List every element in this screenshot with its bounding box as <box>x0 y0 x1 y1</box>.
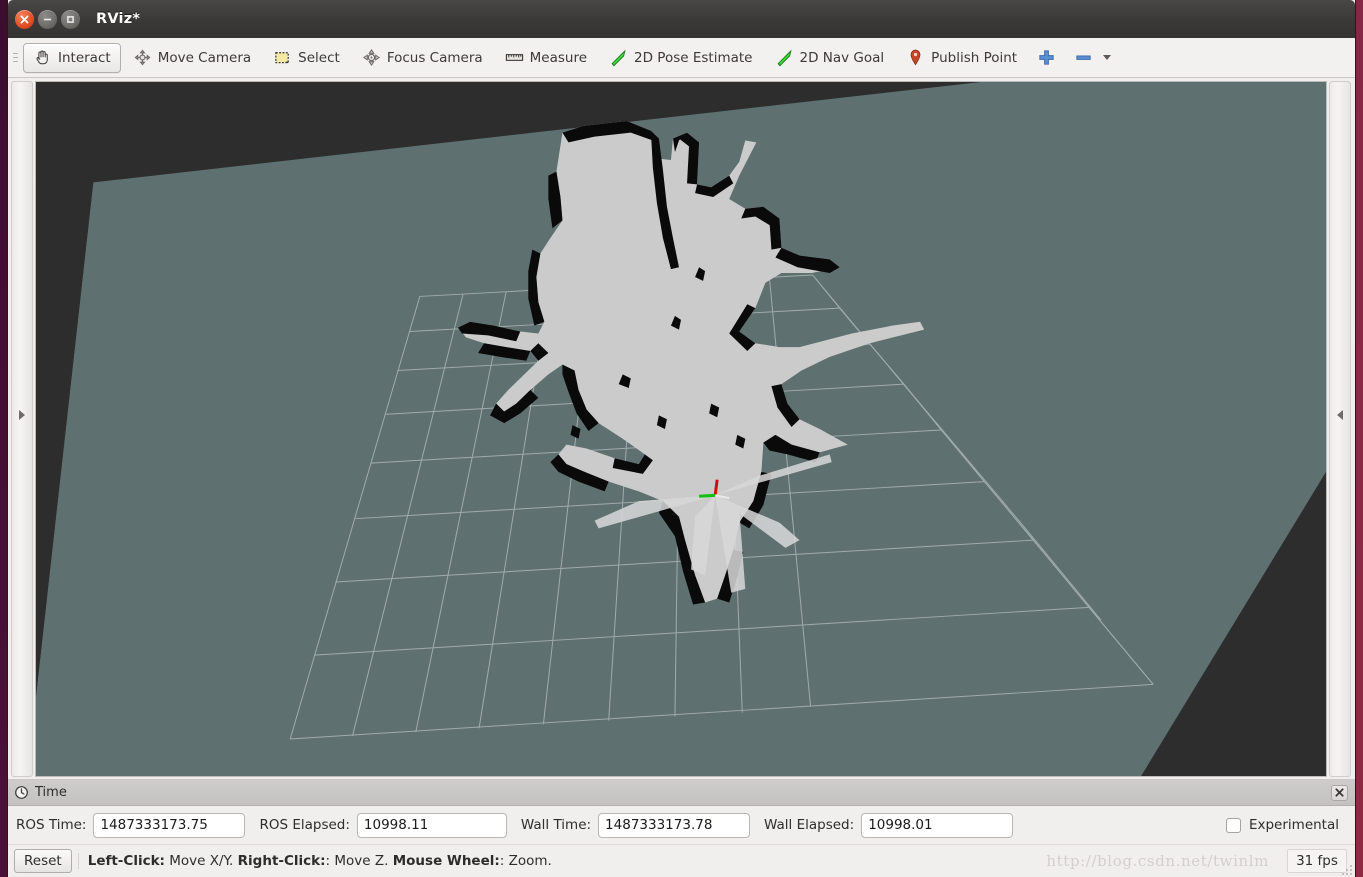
clock-icon <box>14 785 29 800</box>
tool-measure-label: Measure <box>529 49 588 66</box>
left-dock-collapsed-handle[interactable] <box>11 81 33 777</box>
time-panel-title: Time <box>35 785 67 800</box>
map-pin-icon <box>906 48 925 67</box>
tool-2d-nav-goal[interactable]: 2D Nav Goal <box>765 43 895 73</box>
experimental-checkbox[interactable]: Experimental <box>1225 817 1347 833</box>
ros-elapsed-label: ROS Elapsed: <box>259 817 350 833</box>
green-arrow-icon <box>775 48 794 67</box>
hint-right-click-val: : Move Z. <box>325 853 393 869</box>
tool-focus-camera[interactable]: Focus Camera <box>352 43 493 73</box>
resize-grip[interactable] <box>1339 862 1353 876</box>
rviz-window: RViz* Interact Move Camera Select Focus … <box>8 0 1355 877</box>
chevron-right-icon <box>19 410 25 421</box>
render-viewport-frame <box>35 81 1327 777</box>
hint-left-click-key: Left-Click: <box>87 853 165 869</box>
add-tool-button[interactable] <box>1029 43 1064 73</box>
wall-elapsed-label: Wall Elapsed: <box>764 817 855 833</box>
hint-mouse-wheel-val: : Zoom. <box>499 853 552 869</box>
ruler-icon <box>505 48 524 67</box>
tool-2d-nav-goal-label: 2D Nav Goal <box>799 49 885 66</box>
wall-time-input[interactable] <box>598 812 751 838</box>
select-rectangle-icon <box>273 48 292 67</box>
window-close-button[interactable] <box>15 9 34 29</box>
tool-2d-pose-estimate[interactable]: 2D Pose Estimate <box>599 43 762 73</box>
move-camera-icon <box>133 48 152 67</box>
wall-elapsed-input[interactable] <box>861 812 1014 838</box>
ros-time-label: ROS Time: <box>16 817 87 833</box>
wall-time-field: Wall Time: <box>520 812 751 838</box>
tool-select[interactable]: Select <box>263 43 350 73</box>
tool-publish-point[interactable]: Publish Point <box>896 43 1027 73</box>
wall-time-label: Wall Time: <box>520 817 592 833</box>
scene-svg <box>36 82 1326 776</box>
ros-time-input[interactable] <box>93 812 246 838</box>
tool-move-camera-label: Move Camera <box>157 49 252 66</box>
time-panel: Time ROS Time: ROS Elapsed: Wall Time: W… <box>8 779 1355 844</box>
minus-icon <box>1074 48 1093 67</box>
wall-elapsed-field: Wall Elapsed: <box>764 812 1014 838</box>
tool-focus-camera-label: Focus Camera <box>386 49 483 66</box>
hand-cursor-icon <box>33 48 52 67</box>
tool-interact[interactable]: Interact <box>23 42 121 73</box>
chevron-left-icon <box>1337 410 1343 421</box>
status-hint-text: Left-Click: Move X/Y. Right-Click:: Move… <box>77 853 1281 869</box>
axis-x-red <box>713 479 719 496</box>
hint-right-click-key: Right-Click: <box>237 853 326 869</box>
tool-select-label: Select <box>298 49 340 66</box>
ros-elapsed-input[interactable] <box>356 812 507 838</box>
experimental-label: Experimental <box>1248 817 1339 833</box>
focus-camera-icon <box>362 48 381 67</box>
window-minimize-button[interactable] <box>38 9 57 29</box>
central-area <box>8 78 1355 779</box>
time-panel-header: Time <box>8 780 1355 806</box>
main-toolbar: Interact Move Camera Select Focus Camera… <box>8 38 1355 78</box>
render-viewport-3d[interactable] <box>36 82 1326 776</box>
time-panel-close-button[interactable] <box>1331 784 1348 801</box>
status-bar: Reset Left-Click: Move X/Y. Right-Click:… <box>8 844 1355 877</box>
tool-interact-label: Interact <box>58 49 111 66</box>
toolbar-drag-handle[interactable] <box>11 47 20 69</box>
tool-measure[interactable]: Measure <box>495 43 597 73</box>
chevron-down-icon[interactable] <box>1103 55 1112 60</box>
ros-elapsed-field: ROS Elapsed: <box>259 812 507 838</box>
window-title: RViz* <box>96 11 141 27</box>
plus-icon <box>1037 48 1056 67</box>
time-fields-row: ROS Time: ROS Elapsed: Wall Time: Wall E… <box>8 806 1355 844</box>
checkbox-box[interactable] <box>1225 817 1241 833</box>
fps-counter: 31 fps <box>1287 849 1347 873</box>
tool-2d-pose-estimate-label: 2D Pose Estimate <box>634 49 753 66</box>
window-title-bar: RViz* <box>8 0 1355 38</box>
reset-button[interactable]: Reset <box>14 849 72 873</box>
green-arrow-icon <box>609 48 628 67</box>
ros-time-field: ROS Time: <box>16 812 246 838</box>
hint-mouse-wheel-key: Mouse Wheel: <box>392 853 500 869</box>
window-maximize-button[interactable] <box>61 9 80 29</box>
hint-left-click-val: Move X/Y. <box>164 853 238 869</box>
axis-y-green <box>698 493 716 498</box>
right-dock-collapsed-handle[interactable] <box>1329 81 1351 777</box>
remove-tool-button[interactable] <box>1066 43 1119 73</box>
tool-publish-point-label: Publish Point <box>931 49 1018 66</box>
tool-move-camera[interactable]: Move Camera <box>123 43 261 73</box>
